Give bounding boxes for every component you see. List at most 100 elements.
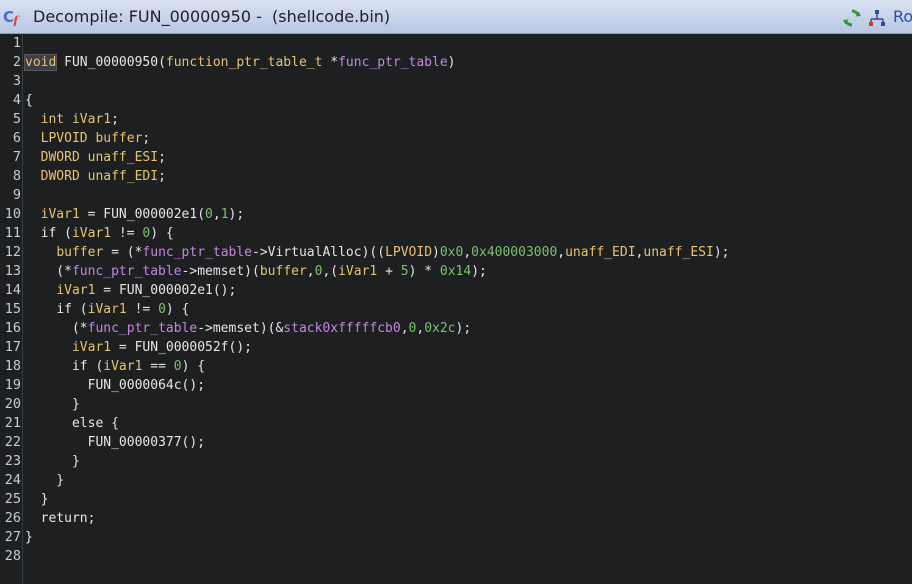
- code-line[interactable]: 15 if (iVar1 != 0) {: [0, 300, 912, 319]
- code-token[interactable]: ) {: [150, 226, 173, 241]
- code-line[interactable]: 11 if (iVar1 != 0) {: [0, 224, 912, 243]
- code-token[interactable]: FUN_000002e1: [119, 283, 213, 298]
- code-token[interactable]: ;: [158, 169, 166, 184]
- code-line[interactable]: 12 buffer = (*func_ptr_table->VirtualAll…: [0, 243, 912, 262]
- code-token[interactable]: 0x0: [440, 245, 463, 260]
- code-line[interactable]: 5 int iVar1;: [0, 110, 912, 129]
- code-token[interactable]: }: [25, 530, 33, 545]
- code-token[interactable]: FUN_0000064c: [88, 378, 182, 393]
- code-token[interactable]: ();: [182, 378, 205, 393]
- code-text[interactable]: buffer = (*func_ptr_table->VirtualAlloc)…: [25, 243, 729, 262]
- code-text[interactable]: iVar1 = FUN_000002e1(0,1);: [25, 205, 245, 224]
- code-token[interactable]: ) {: [182, 359, 205, 374]
- code-text[interactable]: (*func_ptr_table->memset)(&stack0xfffffc…: [25, 319, 471, 338]
- code-text[interactable]: else {: [25, 414, 119, 433]
- code-text[interactable]: int iVar1;: [25, 110, 119, 129]
- code-text[interactable]: }: [25, 528, 33, 547]
- code-line[interactable]: 1: [0, 34, 912, 53]
- code-token[interactable]: if: [41, 226, 57, 241]
- code-token[interactable]: func_ptr_table: [338, 55, 448, 70]
- code-token[interactable]: [80, 150, 88, 165]
- code-token[interactable]: ->VirtualAlloc)((: [252, 245, 385, 260]
- code-token[interactable]: else: [72, 416, 103, 431]
- code-text[interactable]: return;: [25, 509, 96, 528]
- code-token[interactable]: (: [88, 359, 103, 374]
- code-token[interactable]: [25, 378, 88, 393]
- code-token[interactable]: [25, 416, 72, 431]
- code-token[interactable]: ,: [401, 321, 409, 336]
- code-text[interactable]: (*func_ptr_table->memset)(buffer,0,(iVar…: [25, 262, 487, 281]
- code-token[interactable]: }: [25, 473, 64, 488]
- code-token[interactable]: func_ptr_table: [88, 321, 198, 336]
- code-token[interactable]: ,: [557, 245, 565, 260]
- code-line[interactable]: 28: [0, 547, 912, 566]
- code-token[interactable]: void: [23, 54, 58, 71]
- code-token[interactable]: }: [25, 397, 80, 412]
- code-token[interactable]: FUN_000002e1: [103, 207, 197, 222]
- function-graph-icon[interactable]: [867, 8, 887, 28]
- code-text[interactable]: }: [25, 471, 64, 490]
- code-token[interactable]: buffer: [56, 245, 103, 260]
- code-line[interactable]: 22 FUN_00000377();: [0, 433, 912, 452]
- code-token[interactable]: ->memset)(: [182, 264, 260, 279]
- code-token[interactable]: (*: [25, 321, 88, 336]
- code-token[interactable]: }: [25, 492, 49, 507]
- code-token[interactable]: 0: [174, 359, 182, 374]
- code-token[interactable]: DWORD: [41, 150, 80, 165]
- code-token[interactable]: iVar1: [103, 359, 142, 374]
- code-token[interactable]: );: [714, 245, 730, 260]
- code-token[interactable]: [56, 55, 64, 70]
- title-bar[interactable]: C f Decompile: FUN_00000950 - (shellcode…: [0, 0, 912, 34]
- code-line[interactable]: 27}: [0, 528, 912, 547]
- code-token[interactable]: if: [72, 359, 88, 374]
- code-token[interactable]: iVar1: [41, 207, 80, 222]
- code-line[interactable]: 10 iVar1 = FUN_000002e1(0,1);: [0, 205, 912, 224]
- code-token[interactable]: unaff_EDI: [88, 169, 158, 184]
- code-token[interactable]: LPVOID: [385, 245, 432, 260]
- code-token[interactable]: unaff_ESI: [643, 245, 713, 260]
- code-token[interactable]: iVar1: [88, 302, 127, 317]
- code-text[interactable]: if (iVar1 != 0) {: [25, 300, 189, 319]
- code-token[interactable]: (: [72, 302, 88, 317]
- code-token[interactable]: [25, 283, 56, 298]
- code-token[interactable]: (: [197, 207, 205, 222]
- code-line[interactable]: 3: [0, 72, 912, 91]
- code-token[interactable]: unaff_ESI: [88, 150, 158, 165]
- code-token[interactable]: ,: [463, 245, 471, 260]
- code-line[interactable]: 4{: [0, 91, 912, 110]
- code-text[interactable]: DWORD unaff_ESI;: [25, 148, 166, 167]
- code-token[interactable]: iVar1: [338, 264, 377, 279]
- code-token[interactable]: ();: [229, 340, 252, 355]
- code-token[interactable]: );: [229, 207, 245, 222]
- code-token[interactable]: 0x2c: [424, 321, 455, 336]
- code-token[interactable]: [25, 245, 56, 260]
- code-text[interactable]: if (iVar1 == 0) {: [25, 357, 205, 376]
- code-token[interactable]: [25, 207, 41, 222]
- code-line[interactable]: 7 DWORD unaff_ESI;: [0, 148, 912, 167]
- code-line[interactable]: 23 }: [0, 452, 912, 471]
- code-token[interactable]: function_ptr_table_t: [166, 55, 323, 70]
- code-token[interactable]: [25, 226, 41, 241]
- code-token[interactable]: +: [377, 264, 400, 279]
- code-token[interactable]: [25, 302, 56, 317]
- code-token[interactable]: ==: [142, 359, 173, 374]
- code-token[interactable]: }: [25, 454, 80, 469]
- code-token[interactable]: return: [41, 511, 88, 526]
- code-token[interactable]: ) {: [166, 302, 189, 317]
- code-line[interactable]: 16 (*func_ptr_table->memset)(&stack0xfff…: [0, 319, 912, 338]
- code-token[interactable]: [25, 131, 41, 146]
- code-token[interactable]: buffer: [95, 131, 142, 146]
- code-line[interactable]: 2 void FUN_00000950(function_ptr_table_t …: [0, 53, 912, 72]
- code-text[interactable]: FUN_0000064c();: [25, 376, 205, 395]
- code-token[interactable]: int: [41, 112, 64, 127]
- code-token[interactable]: (: [158, 55, 166, 70]
- code-line[interactable]: 18 if (iVar1 == 0) {: [0, 357, 912, 376]
- code-token[interactable]: iVar1: [56, 283, 95, 298]
- code-text[interactable]: FUN_00000377();: [25, 433, 205, 452]
- code-token[interactable]: [25, 359, 72, 374]
- code-line[interactable]: 25 }: [0, 490, 912, 509]
- code-token[interactable]: unaff_EDI: [565, 245, 635, 260]
- code-token[interactable]: [25, 169, 41, 184]
- code-token[interactable]: {: [25, 93, 33, 108]
- code-token[interactable]: [25, 112, 41, 127]
